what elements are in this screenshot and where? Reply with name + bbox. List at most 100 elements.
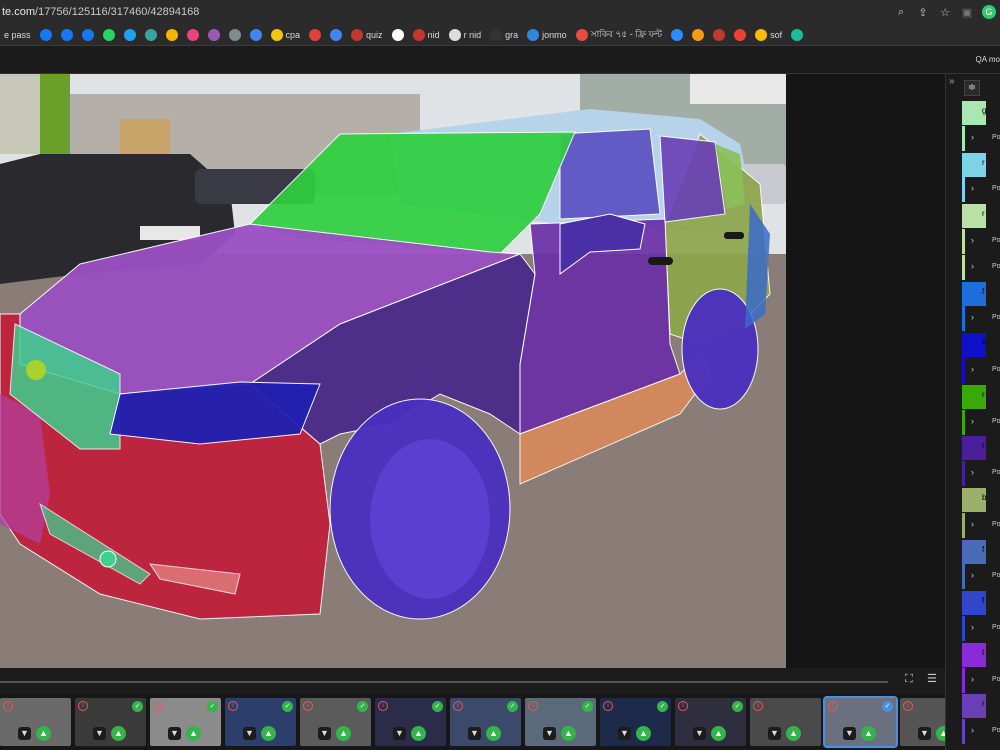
thumbs-up-icon[interactable]: ▲ <box>861 726 876 741</box>
bookmark-item[interactable] <box>186 28 199 41</box>
thumbs-up-icon[interactable]: ▲ <box>411 726 426 741</box>
chevron-right-icon[interactable]: › <box>971 570 974 580</box>
thumbs-up-icon[interactable]: ▲ <box>936 726 945 741</box>
thumbs-up-icon[interactable]: ▲ <box>786 726 801 741</box>
polygon-row[interactable]: › Po <box>962 461 1000 487</box>
image-thumbnail[interactable]: i ▼ ▲ <box>0 698 71 746</box>
url-text[interactable]: te.com/17756/125116/317460/42894168 <box>0 6 199 18</box>
bookmark-item[interactable] <box>713 28 726 41</box>
label-row[interactable]: r <box>962 435 1000 461</box>
front-window-segment[interactable] <box>559 128 661 220</box>
bookmark-item[interactable] <box>734 28 747 41</box>
info-icon[interactable]: i <box>828 701 838 711</box>
chevron-right-icon[interactable]: › <box>971 364 974 374</box>
thumbs-up-icon[interactable]: ▲ <box>561 726 576 741</box>
profile-avatar[interactable]: G <box>982 5 996 19</box>
label-row[interactable]: g <box>962 100 1000 125</box>
thumbs-down-icon[interactable]: ▼ <box>918 727 931 740</box>
chevron-right-icon[interactable]: › <box>971 622 974 632</box>
bookmark-item[interactable] <box>330 28 343 41</box>
chevron-right-icon[interactable]: › <box>971 312 974 322</box>
logo-segment[interactable] <box>26 360 46 380</box>
info-icon[interactable]: i <box>3 701 13 711</box>
chevron-right-icon[interactable]: › <box>971 132 974 142</box>
label-row[interactable]: r <box>962 384 1000 409</box>
bookmark-item[interactable] <box>391 28 404 41</box>
thumbs-up-icon[interactable]: ▲ <box>36 726 51 741</box>
bookmark-item[interactable] <box>207 28 220 41</box>
address-bar[interactable]: te.com/17756/125116/317460/42894168 ⌕ ⇪ … <box>0 0 1000 24</box>
chevron-right-icon[interactable]: › <box>971 183 974 193</box>
bookmark-item[interactable]: সাকিব ৭৫ - ফ্রি ফন্ট <box>575 27 662 42</box>
image-thumbnail[interactable]: i ▼ ▲ ✓ <box>75 698 146 746</box>
thumbs-down-icon[interactable]: ▼ <box>168 727 181 740</box>
bookmark-item[interactable] <box>309 28 322 41</box>
image-thumbnail[interactable]: i ▼ ▲ ✓ <box>675 698 746 746</box>
label-row[interactable]: b <box>962 487 1000 512</box>
chevron-right-icon[interactable]: › <box>971 519 974 529</box>
thumbs-up-icon[interactable]: ▲ <box>186 726 201 741</box>
chevron-right-icon[interactable]: › <box>971 416 974 426</box>
thumbs-up-icon[interactable]: ▲ <box>261 726 276 741</box>
thumbs-down-icon[interactable]: ▼ <box>393 727 406 740</box>
info-icon[interactable]: i <box>528 701 538 711</box>
bookmark-item[interactable] <box>81 28 94 41</box>
bookmark-item[interactable]: quiz <box>351 28 383 41</box>
image-thumbnail[interactable]: i ▼ ▲ ✓ <box>375 698 446 746</box>
bookmark-item[interactable] <box>249 28 262 41</box>
info-icon[interactable]: i <box>753 701 763 711</box>
label-row[interactable]: f <box>962 539 1000 564</box>
image-thumbnail[interactable]: i ▼ ▲ ✓ <box>300 698 371 746</box>
bookmark-item[interactable]: nid <box>412 28 440 41</box>
thumbs-down-icon[interactable]: ▼ <box>768 727 781 740</box>
info-icon[interactable]: i <box>78 701 88 711</box>
bookmark-item[interactable] <box>60 28 73 41</box>
collapse-panel-icon[interactable]: » <box>949 76 955 87</box>
polygon-row[interactable]: › Po <box>962 616 1000 641</box>
screenshot-icon[interactable]: ⛶ <box>905 673 913 686</box>
chevron-right-icon[interactable]: › <box>971 467 974 477</box>
thumbs-down-icon[interactable]: ▼ <box>468 727 481 740</box>
chevron-right-icon[interactable]: › <box>971 725 974 735</box>
image-thumbnail[interactable]: i ▼ ▲ ✓ <box>600 698 671 746</box>
bookmark-item[interactable] <box>791 28 804 41</box>
image-thumbnail[interactable]: i ▼ ▲ ✓ <box>823 696 898 748</box>
info-icon[interactable]: i <box>903 701 913 711</box>
polygon-row[interactable]: › Po <box>962 229 1000 254</box>
search-icon[interactable]: ⌕ <box>894 5 908 19</box>
bookmark-item[interactable]: gra <box>490 28 518 41</box>
chevron-right-icon[interactable]: › <box>971 261 974 271</box>
bookmark-item[interactable] <box>102 28 115 41</box>
info-icon[interactable]: i <box>678 701 688 711</box>
thumbs-down-icon[interactable]: ▼ <box>543 727 556 740</box>
bookmark-item[interactable] <box>123 28 136 41</box>
annotation-canvas[interactable] <box>0 74 786 668</box>
split-icon[interactable]: ≑ <box>964 80 980 96</box>
thumbs-down-icon[interactable]: ▼ <box>618 727 631 740</box>
polygon-row[interactable]: › Po <box>962 306 1000 332</box>
info-icon[interactable]: i <box>228 701 238 711</box>
bookmark-item[interactable] <box>228 28 241 41</box>
label-row[interactable]: r <box>962 152 1000 177</box>
polygon-row[interactable]: › Po <box>962 177 1000 203</box>
rear-window-segment[interactable] <box>659 135 726 223</box>
info-icon[interactable]: i <box>453 701 463 711</box>
thumbs-up-icon[interactable]: ▲ <box>486 726 501 741</box>
info-icon[interactable]: i <box>153 701 163 711</box>
filter-icon[interactable]: ☰ <box>927 672 937 685</box>
label-row[interactable]: r <box>962 203 1000 229</box>
bookmark-item[interactable] <box>692 28 705 41</box>
bookmark-item[interactable] <box>165 28 178 41</box>
thumbs-down-icon[interactable]: ▼ <box>693 727 706 740</box>
thumbs-down-icon[interactable]: ▼ <box>93 727 106 740</box>
label-row[interactable]: f <box>962 590 1000 616</box>
polygon-row[interactable]: › Po <box>962 564 1000 590</box>
info-icon[interactable]: i <box>303 701 313 711</box>
label-row[interactable]: t <box>962 642 1000 667</box>
bookmark-item[interactable]: cpa <box>270 28 300 41</box>
horizontal-scrollbar[interactable] <box>0 681 888 683</box>
image-thumbnail[interactable]: i ▼ ▲ ✓ <box>525 698 596 746</box>
fog-light-segment[interactable] <box>99 550 117 568</box>
chevron-right-icon[interactable]: › <box>971 235 974 245</box>
polygon-row[interactable]: › Po <box>962 719 1000 745</box>
